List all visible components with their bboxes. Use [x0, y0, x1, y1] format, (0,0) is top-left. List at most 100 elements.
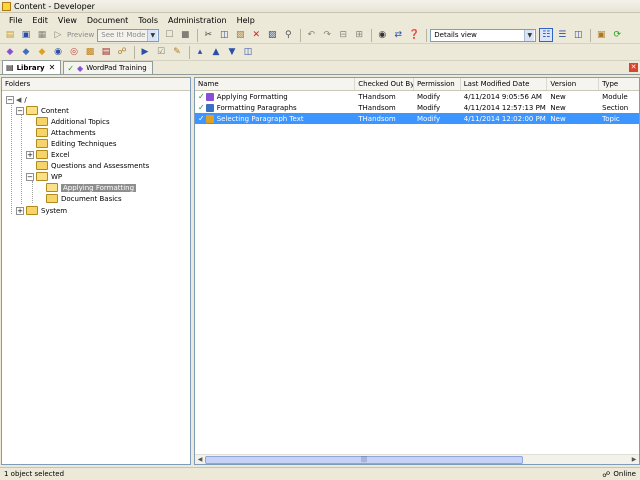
scroll-left-icon[interactable]: ◀: [195, 455, 205, 464]
glossary-icon[interactable]: ▤: [99, 45, 113, 59]
toolbar-separator: [371, 28, 373, 42]
tree-item-questions-and-assessments[interactable]: Questions and Assessments: [36, 160, 149, 171]
tab-bar: ▤ Library ✕ ✓ ◆ WordPad Training ✕: [0, 60, 640, 75]
new-topic-icon[interactable]: ◆: [35, 45, 49, 59]
table-row[interactable]: ✓ Selecting Paragraph Text THandsom Modi…: [195, 113, 639, 124]
list-view-icon[interactable]: ☰: [555, 28, 569, 42]
collapse-icon[interactable]: ⊟: [336, 28, 350, 42]
new-question-icon[interactable]: ◉: [51, 45, 65, 59]
print-icon[interactable]: ▦: [35, 28, 49, 42]
tree-item-attachments[interactable]: Attachments: [36, 127, 96, 138]
column-header-checked-out-by[interactable]: Checked Out By: [355, 78, 414, 90]
preview-button[interactable]: Preview: [67, 31, 94, 39]
view-select[interactable]: Details view ▼: [430, 28, 537, 42]
link-icon[interactable]: ☍: [115, 45, 129, 59]
paste-icon[interactable]: ▧: [233, 28, 247, 42]
tree-item-additional-topics[interactable]: Additional Topics: [36, 116, 110, 127]
folder-icon: [36, 128, 48, 137]
column-header-type[interactable]: Type: [599, 78, 639, 90]
stop-icon[interactable]: ■: [178, 28, 192, 42]
table-row[interactable]: ✓ Formatting Paragraphs THandsom Modify …: [195, 102, 639, 113]
column-header-permission[interactable]: Permission: [414, 78, 461, 90]
row-version: New: [550, 103, 566, 112]
main-toolbar: ▤ ▣ ▦ ▷ Preview See It! Mode ▼ ☐ ■ ✂ ◫ ▧…: [0, 27, 640, 44]
tree-item-system[interactable]: + System: [16, 205, 67, 216]
options-icon[interactable]: ▣: [594, 28, 608, 42]
refresh-icon[interactable]: ⟳: [610, 28, 624, 42]
tree-item-label: Applying Formatting: [61, 183, 137, 192]
replace-icon[interactable]: ⇄: [391, 28, 405, 42]
record-icon[interactable]: ▶: [138, 45, 152, 59]
column-header-name[interactable]: Name: [195, 78, 356, 90]
collapse-icon[interactable]: −: [6, 95, 14, 104]
close-tab-icon[interactable]: ✕: [629, 63, 638, 72]
tree-item-root[interactable]: − ◀ /: [6, 94, 27, 105]
horizontal-scrollbar[interactable]: ◀ ||| ▶: [195, 454, 639, 464]
new-package-icon[interactable]: ▩: [83, 45, 97, 59]
expand-icon[interactable]: +: [26, 150, 34, 159]
check-out-icon[interactable]: ▼: [225, 45, 239, 59]
redo-icon[interactable]: ↷: [320, 28, 334, 42]
split-view-icon[interactable]: ◫: [571, 28, 585, 42]
open-folder-icon[interactable]: ▤: [3, 28, 17, 42]
history-icon[interactable]: ◫: [241, 45, 255, 59]
scrollbar-thumb[interactable]: |||: [205, 456, 523, 464]
expand-icon[interactable]: ⊞: [352, 28, 366, 42]
check-in-icon[interactable]: ▲: [209, 45, 223, 59]
menu-file[interactable]: File: [4, 16, 27, 25]
tab-library[interactable]: ▤ Library ✕: [2, 60, 62, 74]
save-icon[interactable]: ▣: [19, 28, 33, 42]
properties-icon[interactable]: ▨: [265, 28, 279, 42]
tree-item-wp[interactable]: − WP: [26, 171, 62, 182]
tree-item-editing-techniques[interactable]: Editing Techniques: [36, 138, 117, 149]
menu-tools[interactable]: Tools: [133, 16, 163, 25]
tree-item-label: Questions and Assessments: [51, 161, 150, 170]
module-icon: [205, 92, 214, 101]
cut-icon[interactable]: ✂: [201, 28, 215, 42]
row-type: Section: [602, 103, 629, 112]
chevron-down-icon: ▼: [524, 29, 535, 41]
find-icon[interactable]: ⚲: [281, 28, 295, 42]
tree-item-applying-formatting[interactable]: Applying Formatting: [46, 182, 137, 193]
undo-icon[interactable]: ↶: [304, 28, 318, 42]
tree-item-document-basics[interactable]: Document Basics: [46, 193, 122, 204]
checkbox-icon[interactable]: ☐: [162, 28, 176, 42]
tree-item-label: Excel: [51, 150, 70, 159]
toolbar-separator: [300, 28, 302, 42]
menu-help[interactable]: Help: [232, 16, 260, 25]
expand-icon[interactable]: +: [16, 206, 24, 215]
menu-view[interactable]: View: [53, 16, 82, 25]
menu-document[interactable]: Document: [82, 16, 133, 25]
edit-icon[interactable]: ✎: [170, 45, 184, 59]
tab-wordpad-training[interactable]: ✓ ◆ WordPad Training: [63, 61, 153, 74]
new-module-icon[interactable]: ◆: [3, 45, 17, 59]
table-row[interactable]: ✓ Applying Formatting THandsom Modify 4/…: [195, 91, 639, 102]
preview-icon[interactable]: ▷: [51, 28, 65, 42]
binoculars-icon[interactable]: ◉: [375, 28, 389, 42]
row-name: Selecting Paragraph Text: [216, 114, 304, 123]
mode-select[interactable]: See It! Mode ▼: [97, 28, 160, 42]
column-header-last-modified-date[interactable]: Last Modified Date: [461, 78, 548, 90]
menu-administration[interactable]: Administration: [163, 16, 232, 25]
collapse-icon[interactable]: −: [16, 106, 24, 115]
folder-open-icon: [26, 106, 38, 115]
scroll-right-icon[interactable]: ▶: [629, 455, 639, 464]
column-header-version[interactable]: Version: [547, 78, 600, 90]
folder-icon: [36, 161, 48, 170]
copy-icon[interactable]: ◫: [217, 28, 231, 42]
checklist-icon[interactable]: ☑: [154, 45, 168, 59]
app-icon: [2, 1, 11, 11]
details-view-icon[interactable]: ☷: [539, 28, 554, 42]
publish-icon[interactable]: ▴: [193, 45, 207, 59]
row-checked-out-by: THandsom: [358, 92, 396, 101]
close-icon[interactable]: ✕: [49, 63, 56, 72]
tree-item-excel[interactable]: + Excel: [26, 149, 70, 160]
help-icon[interactable]: ❓: [407, 28, 421, 42]
delete-icon[interactable]: ✕: [249, 28, 263, 42]
new-web-page-icon[interactable]: ◎: [67, 45, 81, 59]
tree-item-content[interactable]: − Content: [16, 105, 69, 116]
new-section-icon[interactable]: ◆: [19, 45, 33, 59]
menu-edit[interactable]: Edit: [27, 16, 53, 25]
row-permission: Modify: [417, 92, 441, 101]
collapse-icon[interactable]: −: [26, 172, 34, 181]
